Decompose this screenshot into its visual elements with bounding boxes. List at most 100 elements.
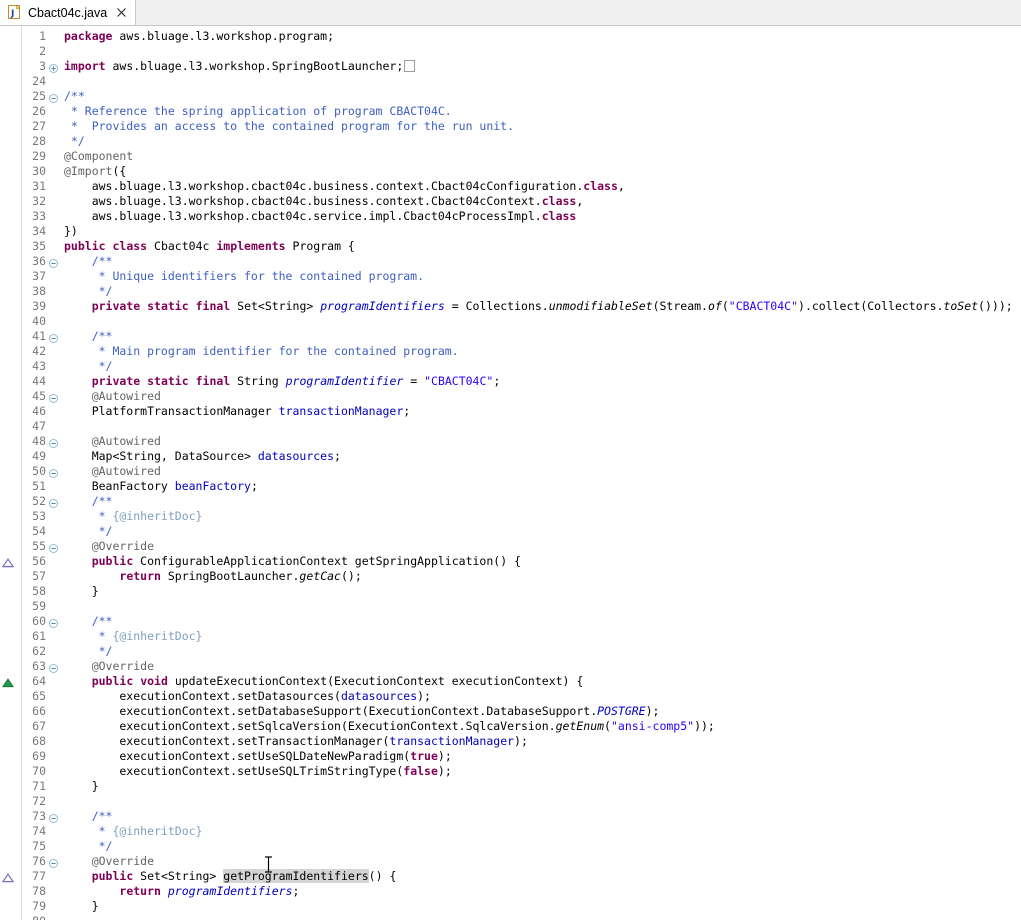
code-text[interactable]: * Provides an access to the contained pr… [64, 119, 514, 134]
code-line[interactable]: 64 public void updateExecutionContext(Ex… [0, 674, 1021, 689]
code-text[interactable]: @Override [64, 659, 154, 674]
code-text[interactable]: /** [64, 254, 112, 269]
code-line[interactable]: 37 * Unique identifiers for the containe… [0, 269, 1021, 284]
code-area[interactable]: 1package aws.bluage.l3.workshop.program;… [0, 26, 1021, 920]
code-line[interactable]: 74 * {@inheritDoc} [0, 824, 1021, 839]
code-text[interactable]: BeanFactory beanFactory; [64, 479, 258, 494]
code-text[interactable]: @Component [64, 149, 133, 164]
fold-collapse-icon[interactable] [49, 332, 58, 341]
code-text[interactable]: aws.bluage.l3.workshop.cbact04c.business… [64, 179, 625, 194]
code-line[interactable]: 63 @Override [0, 659, 1021, 674]
code-line[interactable]: 54 */ [0, 524, 1021, 539]
code-text[interactable]: return programIdentifiers; [64, 884, 299, 899]
fold-collapse-icon[interactable] [49, 812, 58, 821]
code-line[interactable]: 71 } [0, 779, 1021, 794]
code-text[interactable]: @Override [64, 539, 154, 554]
code-text[interactable]: public ConfigurableApplicationContext ge… [64, 554, 521, 569]
code-line[interactable]: 38 */ [0, 284, 1021, 299]
code-text[interactable]: return SpringBootLauncher.getCac(); [64, 569, 362, 584]
code-line[interactable]: 70 executionContext.setUseSQLTrimStringT… [0, 764, 1021, 779]
code-line[interactable]: 40 [0, 314, 1021, 329]
code-line[interactable]: 50 @Autowired [0, 464, 1021, 479]
code-text[interactable]: public class Cbact04c implements Program… [64, 239, 355, 254]
code-line[interactable]: 76 @Override [0, 854, 1021, 869]
code-line[interactable]: 69 executionContext.setUseSQLDateNewPara… [0, 749, 1021, 764]
code-line[interactable]: 24 [0, 74, 1021, 89]
code-text[interactable]: }) [64, 224, 78, 239]
code-text[interactable]: executionContext.setUseSQLTrimStringType… [64, 764, 452, 779]
code-text[interactable]: @Autowired [64, 389, 161, 404]
code-line[interactable]: 53 * {@inheritDoc} [0, 509, 1021, 524]
code-text[interactable]: * Reference the spring application of pr… [64, 104, 452, 119]
code-text[interactable]: } [64, 584, 99, 599]
code-text[interactable]: * {@inheritDoc} [64, 824, 202, 839]
code-line[interactable]: 44 private static final String programId… [0, 374, 1021, 389]
code-line[interactable]: 66 executionContext.setDatabaseSupport(E… [0, 704, 1021, 719]
code-text[interactable]: import aws.bluage.l3.workshop.SpringBoot… [64, 59, 415, 74]
code-text[interactable]: /** [64, 494, 112, 509]
code-line[interactable]: 32 aws.bluage.l3.workshop.cbact04c.busin… [0, 194, 1021, 209]
code-line[interactable]: 51 BeanFactory beanFactory; [0, 479, 1021, 494]
close-icon[interactable] [115, 6, 128, 19]
fold-collapse-icon[interactable] [49, 257, 58, 266]
code-line[interactable]: 46 PlatformTransactionManager transactio… [0, 404, 1021, 419]
code-line[interactable]: 2 [0, 44, 1021, 59]
code-text[interactable]: */ [64, 839, 112, 854]
code-line[interactable]: 43 */ [0, 359, 1021, 374]
code-line[interactable]: 26 * Reference the spring application of… [0, 104, 1021, 119]
code-editor[interactable]: 1package aws.bluage.l3.workshop.program;… [0, 26, 1021, 920]
code-text[interactable]: */ [64, 134, 85, 149]
code-line[interactable]: 30@Import({ [0, 164, 1021, 179]
code-line[interactable]: 58 } [0, 584, 1021, 599]
fold-collapse-icon[interactable] [49, 617, 58, 626]
code-text[interactable]: } [64, 899, 99, 914]
code-text[interactable]: * Main program identifier for the contai… [64, 344, 459, 359]
code-text[interactable]: public Set<String> getProgramIdentifiers… [64, 869, 396, 884]
code-line[interactable]: 36 /** [0, 254, 1021, 269]
code-line[interactable]: 31 aws.bluage.l3.workshop.cbact04c.busin… [0, 179, 1021, 194]
code-line[interactable]: 39 private static final Set<String> prog… [0, 299, 1021, 314]
code-text[interactable]: /** [64, 614, 112, 629]
code-line[interactable]: 65 executionContext.setDatasources(datas… [0, 689, 1021, 704]
code-text[interactable]: * {@inheritDoc} [64, 509, 202, 524]
fold-collapse-icon[interactable] [49, 857, 58, 866]
code-text[interactable]: } [64, 779, 99, 794]
code-line[interactable]: 1package aws.bluage.l3.workshop.program; [0, 29, 1021, 44]
code-line[interactable]: 27 * Provides an access to the contained… [0, 119, 1021, 134]
tab-cbact04c-java[interactable]: J Cbact04c.java [0, 0, 136, 25]
code-line[interactable]: 42 * Main program identifier for the con… [0, 344, 1021, 359]
code-text[interactable]: aws.bluage.l3.workshop.cbact04c.business… [64, 194, 583, 209]
code-text[interactable]: public void updateExecutionContext(Execu… [64, 674, 583, 689]
collapsed-code-indicator[interactable] [404, 60, 415, 72]
code-text[interactable]: private static final String programIdent… [64, 374, 500, 389]
code-text[interactable]: @Autowired [64, 434, 161, 449]
code-text[interactable]: * {@inheritDoc} [64, 629, 202, 644]
code-line[interactable]: 80 [0, 914, 1021, 920]
code-line[interactable]: 25/** [0, 89, 1021, 104]
code-text[interactable]: @Import({ [64, 164, 126, 179]
code-line[interactable]: 48 @Autowired [0, 434, 1021, 449]
code-line[interactable]: 33 aws.bluage.l3.workshop.cbact04c.servi… [0, 209, 1021, 224]
code-line[interactable]: 62 */ [0, 644, 1021, 659]
code-line[interactable]: 78 return programIdentifiers; [0, 884, 1021, 899]
code-text[interactable]: PlatformTransactionManager transactionMa… [64, 404, 410, 419]
code-line[interactable]: 61 * {@inheritDoc} [0, 629, 1021, 644]
code-line[interactable]: 35public class Cbact04c implements Progr… [0, 239, 1021, 254]
code-line[interactable]: 45 @Autowired [0, 389, 1021, 404]
code-line[interactable]: 3import aws.bluage.l3.workshop.SpringBoo… [0, 59, 1021, 74]
fold-collapse-icon[interactable] [49, 497, 58, 506]
code-text[interactable]: */ [64, 524, 112, 539]
code-line[interactable]: 72 [0, 794, 1021, 809]
fold-collapse-icon[interactable] [49, 92, 58, 101]
code-text[interactable]: executionContext.setUseSQLDateNewParadig… [64, 749, 452, 764]
fold-collapse-icon[interactable] [49, 467, 58, 476]
code-text[interactable]: */ [64, 359, 112, 374]
code-line[interactable]: 28 */ [0, 134, 1021, 149]
code-line[interactable]: 60 /** [0, 614, 1021, 629]
code-line[interactable]: 41 /** [0, 329, 1021, 344]
code-line[interactable]: 29@Component [0, 149, 1021, 164]
code-line[interactable]: 75 */ [0, 839, 1021, 854]
code-text[interactable]: * Unique identifiers for the contained p… [64, 269, 424, 284]
code-text[interactable]: /** [64, 89, 85, 104]
code-line[interactable]: 52 /** [0, 494, 1021, 509]
